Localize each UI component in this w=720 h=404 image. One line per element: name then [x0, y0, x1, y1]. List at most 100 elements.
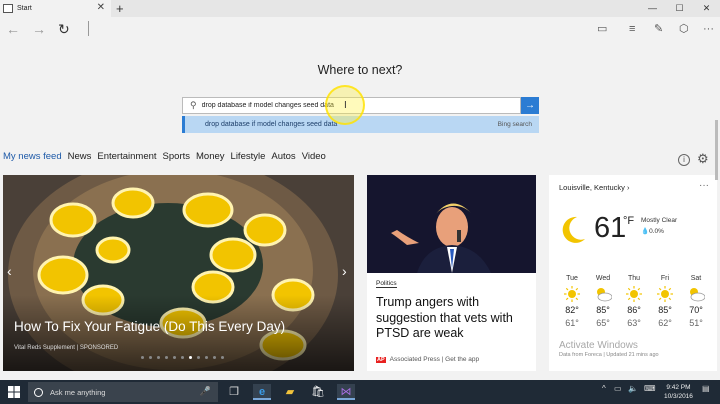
forecast-day[interactable]: Sat 70° 51° — [683, 275, 709, 328]
carousel-dot[interactable] — [189, 356, 192, 359]
tab-start[interactable]: Start ✕ — [0, 0, 111, 17]
search-go-button[interactable]: → — [521, 97, 539, 114]
page-icon — [3, 4, 13, 13]
web-note-icon[interactable]: ✎ — [654, 21, 663, 37]
back-button[interactable]: ← — [6, 20, 20, 38]
microphone-icon[interactable]: 🎤 — [200, 386, 211, 397]
system-clock[interactable]: 9:42 PM 10/3/2016 — [664, 383, 693, 401]
cortana-placeholder: Ask me anything — [50, 387, 106, 397]
forward-button[interactable]: → — [32, 20, 46, 38]
weather-footer: Data from Foreca | Updated 21 mins ago — [559, 352, 659, 358]
edge-icon[interactable]: e — [253, 384, 271, 400]
forecast-day[interactable]: Tue 82° 61° — [559, 275, 585, 328]
info-icon[interactable]: i — [678, 154, 690, 166]
partly-cloudy-icon — [683, 286, 709, 302]
nav-money[interactable]: Money — [196, 151, 225, 162]
carousel-dot[interactable] — [181, 356, 184, 359]
weather-condition: Mostly Clear — [641, 217, 678, 224]
search-icon: ⚲ — [190, 100, 197, 110]
more-options-icon[interactable]: ··· — [699, 180, 709, 191]
nav-entertainment[interactable]: Entertainment — [97, 151, 156, 162]
store-icon[interactable]: 🛍 — [309, 384, 327, 400]
tab-bar: Start ✕ + — ☐ ✕ — [0, 0, 720, 17]
story-image — [367, 175, 536, 273]
address-divider — [88, 21, 89, 36]
refresh-button[interactable]: ↻ — [58, 20, 70, 38]
nav-lifestyle[interactable]: Lifestyle — [231, 151, 266, 162]
nav-sports[interactable]: Sports — [163, 151, 190, 162]
temp-unit: °F — [623, 215, 635, 227]
tab-title: Start — [17, 5, 32, 12]
forecast: Tue 82° 61° Wed 85° 65° Thu 86° 63° Fri … — [559, 275, 709, 328]
precipitation: 💧0.0% — [641, 228, 664, 235]
ap-logo: AP — [376, 356, 386, 363]
notifications-icon[interactable]: ▤ — [702, 384, 710, 393]
carousel-dot[interactable] — [197, 356, 200, 359]
file-explorer-icon[interactable]: ▰ — [281, 384, 299, 400]
text-cursor-icon: I — [344, 100, 347, 111]
hub-icon[interactable]: ≡ — [629, 21, 635, 37]
story-category[interactable]: Politics — [376, 280, 397, 288]
minimize-button[interactable]: — — [639, 0, 666, 17]
close-window-button[interactable]: ✕ — [693, 0, 720, 17]
forecast-day[interactable]: Wed 85° 65° — [590, 275, 616, 328]
partly-cloudy-icon — [590, 286, 616, 302]
suggestion-text: drop database if model changes seed data — [205, 121, 338, 128]
clock-date: 10/3/2016 — [664, 393, 693, 400]
scrollbar[interactable] — [715, 120, 718, 180]
story-title[interactable]: Trump angers with suggestion that vets w… — [376, 295, 532, 342]
weather-location[interactable]: Louisville, Kentucky › — [559, 183, 629, 192]
story-source: AP Associated Press | Get the app — [376, 356, 479, 363]
task-view-icon[interactable]: ❐ — [225, 384, 243, 400]
carousel-dot[interactable] — [157, 356, 160, 359]
story-card[interactable]: Politics Trump angers with suggestion th… — [367, 175, 536, 371]
nav-news[interactable]: News — [68, 151, 92, 162]
hero-card[interactable]: ‹ › How To Fix Your Fatigue (Do This Eve… — [3, 175, 354, 371]
cortana-icon — [34, 387, 43, 397]
volume-icon[interactable]: 🔈 — [628, 384, 638, 393]
visual-studio-icon[interactable]: ⋈ — [337, 384, 355, 400]
sun-icon — [621, 286, 647, 302]
story-source-text: Associated Press | Get the app — [389, 356, 480, 363]
carousel-dot[interactable] — [173, 356, 176, 359]
nav-my-news-feed[interactable]: My news feed — [3, 151, 62, 162]
sun-icon — [652, 286, 678, 302]
carousel-dot[interactable] — [205, 356, 208, 359]
hero-prev-button[interactable]: ‹ — [7, 263, 12, 279]
network-icon[interactable]: ▭ — [614, 384, 622, 393]
search-suggestion[interactable]: drop database if model changes seed data… — [182, 116, 539, 133]
forecast-day[interactable]: Thu 86° 63° — [621, 275, 647, 328]
carousel-dot[interactable] — [141, 356, 144, 359]
more-icon[interactable]: ··· — [703, 21, 714, 37]
windows-start-icon[interactable] — [8, 386, 20, 398]
reading-view-icon[interactable]: ▭ — [597, 21, 607, 37]
moon-icon — [562, 216, 585, 243]
carousel-dots — [141, 356, 224, 359]
cortana-search[interactable]: Ask me anything 🎤 — [28, 382, 218, 402]
hero-next-button[interactable]: › — [342, 263, 347, 279]
hero-title[interactable]: How To Fix Your Fatigue (Do This Every D… — [14, 319, 285, 334]
suggestion-source: Bing search — [497, 121, 532, 128]
news-nav: My news feed News Entertainment Sports M… — [3, 151, 326, 162]
carousel-dot[interactable] — [221, 356, 224, 359]
nav-video[interactable]: Video — [302, 151, 326, 162]
nav-autos[interactable]: Autos — [271, 151, 295, 162]
tray-chevron-icon[interactable]: ^ — [602, 384, 606, 393]
maximize-button[interactable]: ☐ — [666, 0, 693, 17]
carousel-dot[interactable] — [165, 356, 168, 359]
clock-time: 9:42 PM — [666, 384, 691, 391]
page-heading: Where to next? — [317, 63, 403, 77]
new-tab-button[interactable]: + — [116, 0, 124, 17]
share-icon[interactable]: ⬡ — [679, 21, 689, 37]
activate-windows-watermark: Activate Windows — [559, 340, 638, 351]
address-bar: ← → ↻ ▭ ≡ ✎ ⬡ ··· — [0, 17, 720, 41]
carousel-dot[interactable] — [213, 356, 216, 359]
gear-icon[interactable]: ⚙ — [697, 151, 709, 167]
close-tab-icon[interactable]: ✕ — [97, 2, 105, 13]
sun-icon — [559, 286, 585, 302]
current-temp: 61 — [594, 212, 627, 244]
carousel-dot[interactable] — [149, 356, 152, 359]
forecast-day[interactable]: Fri 85° 62° — [652, 275, 678, 328]
keyboard-icon[interactable]: ⌨ — [644, 384, 656, 393]
taskbar: Ask me anything 🎤 ❐ e ▰ 🛍 ⋈ ^ ▭ 🔈 ⌨ 9:42… — [0, 380, 720, 404]
